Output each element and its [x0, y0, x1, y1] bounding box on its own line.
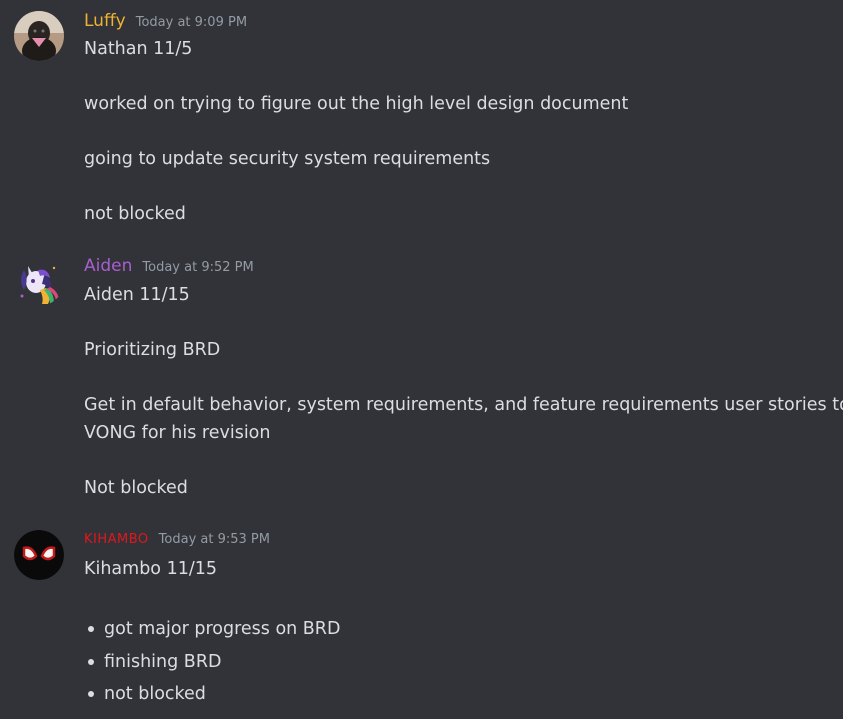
message-line: Prioritizing BRD — [84, 340, 221, 360]
message-line: Kihambo 11/15 — [84, 559, 218, 579]
message-line: VONG for his revision — [84, 423, 271, 443]
message-line: Not blocked — [84, 478, 188, 498]
username-luffy[interactable]: Luffy — [84, 11, 126, 31]
bullet-item: got major progress on BRD — [104, 619, 341, 639]
spider-mask-avatar-icon — [14, 530, 64, 580]
bullet-dot — [88, 659, 94, 665]
message-timestamp[interactable]: Today at 9:09 PM — [136, 15, 247, 30]
bullet-dot — [88, 626, 94, 632]
message-line: Aiden 11/15 — [84, 285, 190, 305]
message-line: Nathan 11/5 — [84, 39, 193, 59]
kihambo-avatar[interactable] — [14, 530, 64, 580]
bullet-item: finishing BRD — [104, 652, 222, 672]
aiden-avatar[interactable] — [14, 256, 64, 306]
message-timestamp[interactable]: Today at 9:52 PM — [142, 260, 253, 275]
luffy-avatar[interactable] — [14, 11, 64, 61]
username-kihambo[interactable]: KIHAMBO — [84, 532, 149, 547]
message-line: worked on trying to figure out the high … — [84, 94, 629, 114]
message-line: Get in default behavior, system requirem… — [84, 395, 843, 415]
bullet-item: not blocked — [104, 684, 206, 704]
dog-avatar-icon — [14, 11, 64, 61]
bullet-dot — [88, 691, 94, 697]
message-timestamp[interactable]: Today at 9:53 PM — [159, 532, 270, 547]
unicorn-avatar-icon — [14, 256, 64, 306]
message-line: not blocked — [84, 204, 186, 224]
message-line: going to update security system requirem… — [84, 149, 491, 169]
username-aiden[interactable]: Aiden — [84, 256, 132, 276]
